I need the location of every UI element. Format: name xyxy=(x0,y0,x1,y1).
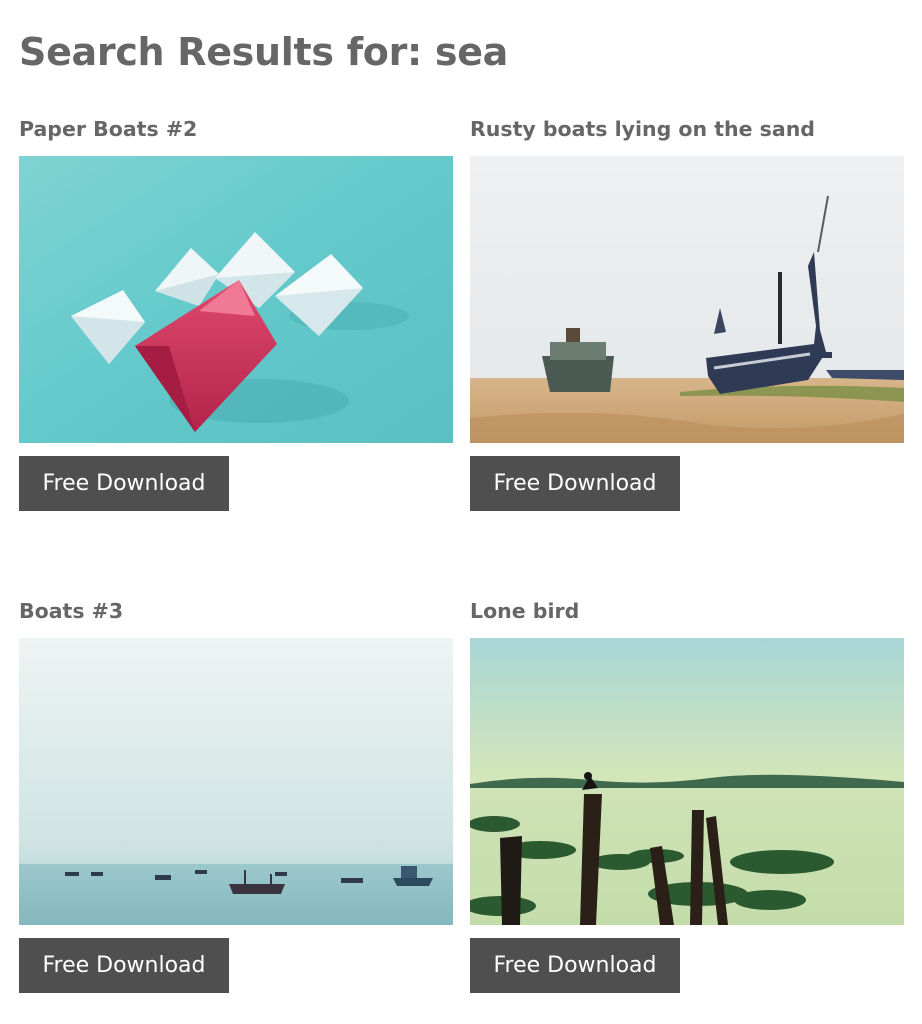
result-image-lone-bird[interactable] xyxy=(470,638,904,925)
lone-bird-photo xyxy=(470,638,904,925)
result-card: Boats #3 Free Download xyxy=(19,595,453,993)
free-download-button[interactable]: Free Download xyxy=(19,456,229,511)
free-download-button[interactable]: Free Download xyxy=(19,938,229,993)
result-title[interactable]: Paper Boats #2 xyxy=(19,113,453,145)
result-card: Rusty boats lying on the sand Free Downl… xyxy=(470,113,904,511)
result-card: Lone bird Free Download xyxy=(470,595,904,993)
result-title[interactable]: Rusty boats lying on the sand xyxy=(470,113,904,145)
page-title: Search Results for: sea xyxy=(19,30,509,74)
rusty-boats-photo xyxy=(470,156,904,443)
result-card: Paper Boats #2 Free Download xyxy=(19,113,453,511)
result-title[interactable]: Lone bird xyxy=(470,595,904,627)
result-image-boats-at-sea[interactable] xyxy=(19,638,453,925)
result-title[interactable]: Boats #3 xyxy=(19,595,453,627)
boats-at-sea-photo xyxy=(19,638,453,925)
free-download-button[interactable]: Free Download xyxy=(470,938,680,993)
result-image-rusty-boats[interactable] xyxy=(470,156,904,443)
result-image-paper-boats[interactable] xyxy=(19,156,453,443)
free-download-button[interactable]: Free Download xyxy=(470,456,680,511)
paper-boats-photo xyxy=(19,156,453,443)
